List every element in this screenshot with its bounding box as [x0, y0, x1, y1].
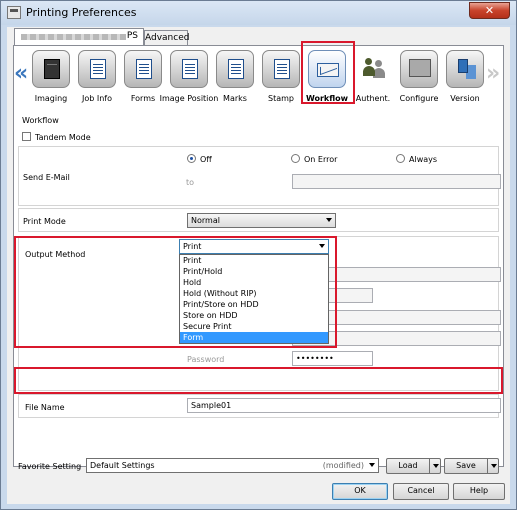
email-to-field[interactable]	[292, 174, 501, 189]
favorite-modified-status: (modified)	[322, 461, 364, 470]
tandem-mode-checkbox[interactable]	[22, 132, 31, 141]
send-email-label: Send E-Mail	[23, 173, 70, 182]
file-name-value: Sample01	[191, 401, 232, 410]
job-info-icon	[90, 59, 106, 79]
dialog-client-area: PS Advanced « Imaging Job Info Forms Ima…	[7, 27, 510, 504]
output-option-hold[interactable]: Hold	[180, 277, 328, 288]
output-option-print[interactable]: Print	[180, 255, 328, 266]
ok-button[interactable]: OK	[332, 483, 388, 500]
version-icon	[458, 59, 468, 73]
print-mode-group: Print Mode Normal	[18, 208, 499, 232]
title-bar: Printing Preferences ✕	[1, 1, 516, 25]
output-option-secure-print[interactable]: Secure Print	[180, 321, 328, 332]
save-button[interactable]: Save	[444, 458, 499, 474]
configure-icon	[409, 59, 431, 77]
password-field[interactable]: ••••••••	[292, 351, 373, 366]
print-mode-value: Normal	[191, 216, 220, 225]
chevron-down-icon[interactable]	[429, 459, 440, 473]
output-option-hold-without-rip[interactable]: Hold (Without RIP)	[180, 288, 328, 299]
tandem-mode-label: Tandem Mode	[35, 133, 91, 142]
send-email-on-error-radio[interactable]	[291, 154, 300, 163]
cancel-button[interactable]: Cancel	[393, 483, 449, 500]
printer-name-redacted	[21, 34, 126, 40]
section-title-workflow: Workflow	[22, 116, 59, 125]
chevron-down-icon[interactable]	[487, 459, 498, 473]
load-button-label: Load	[398, 461, 418, 470]
tab-advanced[interactable]: Advanced	[144, 30, 189, 45]
scroll-right-icon[interactable]: »	[486, 63, 500, 85]
output-method-label: Output Method	[25, 250, 86, 259]
send-email-on-error-label: On Error	[304, 155, 338, 164]
load-button[interactable]: Load	[386, 458, 441, 474]
printer-icon	[7, 6, 21, 19]
workflow-icon	[317, 63, 339, 77]
help-button[interactable]: Help	[453, 483, 505, 500]
file-name-label: File Name	[25, 403, 65, 412]
marks-icon	[228, 59, 244, 79]
send-email-always-radio[interactable]	[396, 154, 405, 163]
image-position-icon	[182, 59, 198, 79]
icon-item-version[interactable]: Version	[442, 50, 488, 108]
save-button-label: Save	[456, 461, 476, 470]
close-button[interactable]: ✕	[469, 2, 510, 19]
output-option-print-store-hdd[interactable]: Print/Store on HDD	[180, 299, 328, 310]
send-email-always-label: Always	[409, 155, 438, 164]
imaging-icon	[44, 59, 60, 79]
output-option-store-hdd[interactable]: Store on HDD	[180, 310, 328, 321]
chevron-down-icon	[369, 463, 375, 467]
output-method-select[interactable]: Print	[179, 239, 329, 254]
send-email-off-label: Off	[200, 155, 212, 164]
output-method-value: Print	[183, 242, 202, 251]
send-email-off-radio[interactable]	[187, 154, 196, 163]
password-value: ••••••••	[296, 354, 334, 363]
tab-ps-label: PS	[126, 31, 138, 41]
printing-preferences-window: Printing Preferences ✕ PS Advanced « Ima…	[0, 0, 517, 510]
password-label: Password	[187, 355, 225, 364]
output-method-dropdown-list: Print Print/Hold Hold Hold (Without RIP)…	[179, 254, 329, 344]
favorite-setting-select[interactable]: Default Settings (modified)	[86, 458, 379, 473]
favorite-setting-value: Default Settings	[90, 461, 155, 470]
icon-label-version: Version	[450, 94, 480, 103]
email-to-label: to	[186, 178, 195, 187]
favorite-setting-label: Favorite Setting	[18, 462, 82, 471]
output-option-form[interactable]: Form	[180, 332, 328, 343]
scroll-left-icon[interactable]: «	[14, 63, 28, 85]
print-mode-label: Print Mode	[23, 217, 66, 226]
chevron-down-icon	[326, 218, 332, 222]
window-title: Printing Preferences	[26, 6, 137, 19]
output-option-print-hold[interactable]: Print/Hold	[180, 266, 328, 277]
file-name-field[interactable]: Sample01	[187, 398, 501, 413]
tab-ps[interactable]: PS	[14, 28, 144, 45]
print-mode-select[interactable]: Normal	[187, 213, 336, 228]
close-icon: ✕	[484, 4, 495, 17]
send-email-group: Send E-Mail Off On Error Always to	[18, 146, 501, 206]
function-icon-bar: « Imaging Job Info Forms Image Position	[14, 46, 503, 108]
chevron-down-icon	[319, 244, 325, 248]
stamp-icon	[274, 59, 290, 79]
file-name-group: File Name Sample01	[18, 394, 501, 418]
forms-icon	[136, 59, 152, 79]
authentication-icon	[363, 58, 381, 78]
